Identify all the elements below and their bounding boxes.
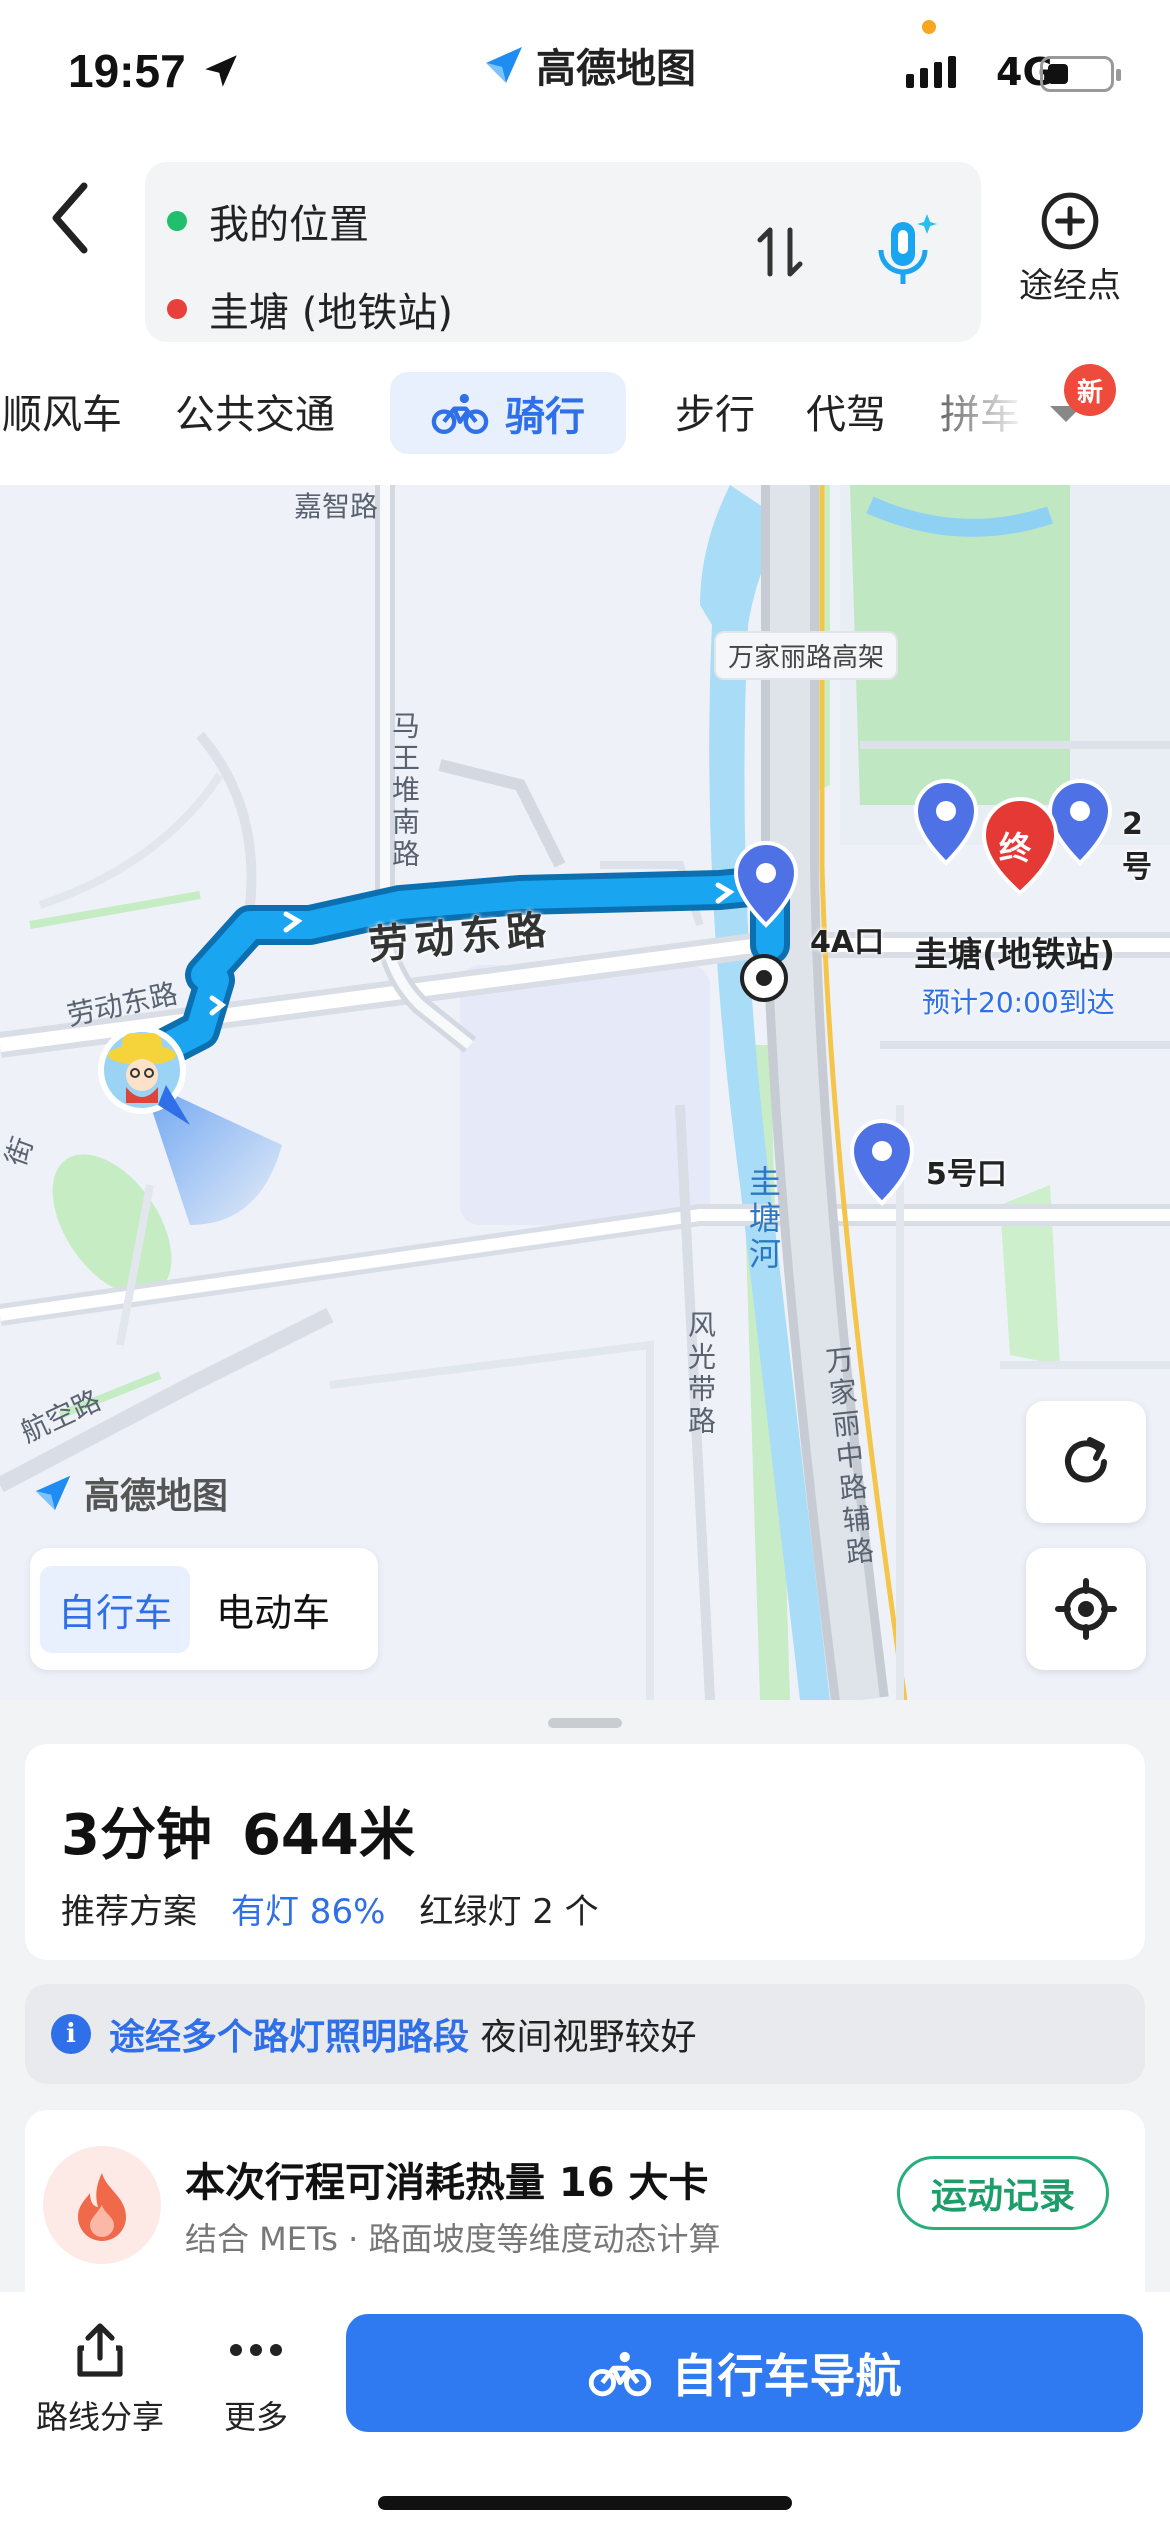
navigate-label: 自行车导航 [671,2349,902,2403]
more-dots-icon [230,2344,282,2356]
amap-logo-icon [486,47,522,83]
bicycle-icon [431,393,489,435]
mode-bicycle[interactable]: 自行车 [40,1565,191,1653]
destination-marker-text: 终 [999,829,1032,867]
location-arrow-icon [205,55,237,87]
elevated-road-label: 万家丽路高架 [714,631,899,680]
add-waypoint-button[interactable]: 途经点 [1010,190,1130,307]
app-brand-name: 高德地图 [536,46,696,92]
locate-me-button[interactable] [1026,1548,1146,1670]
destination-eta: 预计20:00到达 [922,986,1115,1019]
route-tag: 推荐方案 [61,1892,197,1932]
exit-label-5[interactable]: 5号口 [926,1149,1007,1193]
lit-ratio: 有灯 86% [231,1892,386,1932]
road-label: 马王堆南路 [388,711,421,871]
route-time-distance: 3分钟 644米 [61,1790,415,1871]
battery-icon [1040,56,1121,92]
exercise-record-button[interactable]: 运动记录 [897,2156,1109,2230]
route-input-box: 我的位置 圭塘 (地铁站) [145,162,981,342]
cellular-signal-icon [906,56,956,88]
info-icon: i [51,2014,91,2054]
destination-dot [167,299,187,319]
plus-circle-icon [1041,192,1099,250]
share-label: 路线分享 [36,2398,165,2436]
lighting-notice: i 途经多个路灯照明路段 夜间视野较好 [25,1984,1145,2084]
transport-tabs: 顺风车 公共交通 骑行 步行 代驾 拼车 新 [0,364,1170,462]
mode-ebike[interactable]: 电动车 [198,1566,348,1653]
traffic-light-count: 红绿灯 2 个 [419,1892,599,1932]
tab-public-transit[interactable]: 公共交通 [175,382,335,440]
app-brand: 高德地图 [480,36,696,94]
back-icon[interactable] [40,174,100,264]
route-distance: 644米 [241,1803,415,1868]
exit-label-2[interactable]: 2号 [1122,807,1170,886]
route-meta-row: 推荐方案 有灯 86% 红绿灯 2 个 [61,1884,599,1933]
new-badge: 新 [1064,364,1116,416]
voice-assistant-icon[interactable] [865,210,945,294]
bicycle-icon [588,2351,651,2397]
start-cycling-navigation-button[interactable]: 自行车导航 [346,2314,1143,2432]
tab-cycling-label: 骑行 [505,394,585,440]
tab-carpool[interactable]: 顺风车 [2,382,122,440]
notice-text: 夜间视野较好 [480,2017,697,2058]
route-duration: 3分钟 [61,1803,212,1868]
calorie-title: 本次行程可消耗热量 16 大卡 [185,2160,709,2206]
home-indicator [378,2496,792,2510]
vehicle-mode-toggle: 自行车 电动车 [30,1548,378,1670]
tabs-fade-overlay [900,372,1070,462]
sheet-drag-handle[interactable] [548,1718,622,1728]
route-header: 我的位置 圭塘 (地铁站) 途经点 顺风车 公共交通 骑行 步行 代驾 新 [0,150,1170,485]
tab-cycling[interactable]: 骑行 [390,372,626,454]
more-label: 更多 [224,2398,289,2436]
crosshair-icon [1055,1578,1117,1640]
destination-field[interactable]: 圭塘 (地铁站) [167,280,453,338]
calorie-subtitle: 结合 METs · 路面坡度等维度动态计算 [185,2220,721,2258]
watermark-text: 高德地图 [84,1476,229,1517]
mic-in-use-dot [922,20,936,34]
share-route-button[interactable]: 路线分享 [36,2320,164,2438]
waypoint-label: 途经点 [1019,266,1121,306]
exit-label-4a[interactable]: 4A口 [810,917,884,961]
status-time: 19:57 [68,45,186,97]
more-button[interactable]: 更多 [224,2320,288,2438]
refresh-route-button[interactable] [1026,1401,1146,1523]
destination-label: 圭塘 (地铁站) [209,290,453,336]
swap-icon[interactable] [750,222,810,282]
origin-field[interactable]: 我的位置 [167,192,369,250]
map-view[interactable]: 嘉智路 马王堆南路 劳动东路 街 航空路 风光带路 万家丽中路辅路 圭塘河 万家… [0,485,1170,1700]
bottom-action-bar: 路线分享 更多 自行车导航 [0,2292,1170,2532]
road-label: 风光带路 [684,1310,717,1438]
flame-icon [78,2173,126,2241]
calorie-card: 本次行程可消耗热量 16 大卡 结合 METs · 路面坡度等维度动态计算 运动… [25,2110,1145,2300]
notice-highlight: 途经多个路灯照明路段 [109,2017,470,2058]
route-summary-card[interactable]: 3分钟 644米 推荐方案 有灯 86% 红绿灯 2 个 [25,1744,1145,1960]
refresh-icon [1065,1437,1107,1483]
river-label: 圭塘河 [744,1165,782,1273]
tab-walking[interactable]: 步行 [675,382,755,440]
tab-designated-driver[interactable]: 代驾 [806,382,886,440]
amap-logo-icon [35,1475,71,1511]
share-icon [77,2323,123,2377]
destination-station-name[interactable]: 圭塘(地铁站) [914,927,1115,976]
flame-icon-badge [43,2146,161,2264]
map-watermark: 高德地图 [30,1467,228,1519]
origin-label: 我的位置 [209,202,369,248]
route-details-sheet: 3分钟 644米 推荐方案 有灯 86% 红绿灯 2 个 i 途经多个路灯照明路段… [0,1700,1170,2300]
road-label: 嘉智路 [294,490,379,523]
origin-dot [167,211,187,231]
status-bar: 19:57 高德地图 4G [0,0,1170,150]
